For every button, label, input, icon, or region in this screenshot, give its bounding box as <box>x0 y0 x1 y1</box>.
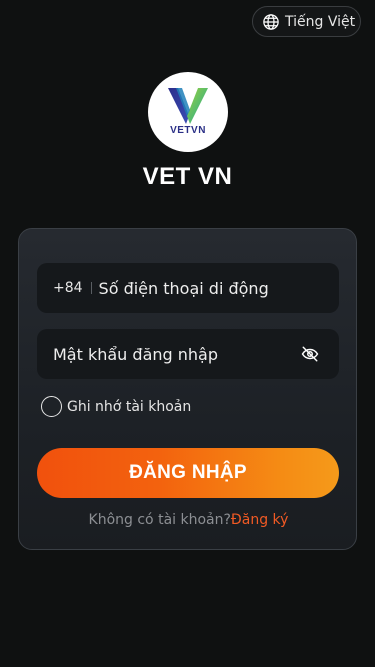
remember-label: Ghi nhớ tài khoản <box>67 398 192 415</box>
prefix-divider <box>90 282 92 294</box>
app-title: VET VN <box>142 163 233 190</box>
language-label: Tiếng Việt <box>285 13 356 30</box>
login-button[interactable]: ĐĂNG NHẬP <box>37 448 339 498</box>
logo-v-mark-icon <box>168 88 208 124</box>
country-code[interactable]: +84 <box>53 280 83 296</box>
remember-checkbox[interactable] <box>41 396 62 417</box>
phone-input[interactable] <box>98 278 299 298</box>
app-logo: VETVN <box>148 72 228 152</box>
language-selector[interactable]: Tiếng Việt <box>252 6 361 37</box>
no-account-text: Không có tài khoản? <box>88 512 231 528</box>
logo-wordmark: VETVN <box>170 125 206 136</box>
login-card: +84 Ghi nhớ tài khoản ĐĂNG NHẬP Không có… <box>18 228 357 550</box>
phone-field: +84 <box>37 263 339 313</box>
signup-prompt: Không có tài khoản?Đăng ký <box>19 512 358 528</box>
globe-icon <box>263 13 279 30</box>
password-field <box>37 329 339 379</box>
signup-link[interactable]: Đăng ký <box>231 512 289 528</box>
remember-me[interactable]: Ghi nhớ tài khoản <box>41 396 191 417</box>
password-input[interactable] <box>53 344 253 364</box>
eye-off-icon[interactable] <box>301 345 319 363</box>
